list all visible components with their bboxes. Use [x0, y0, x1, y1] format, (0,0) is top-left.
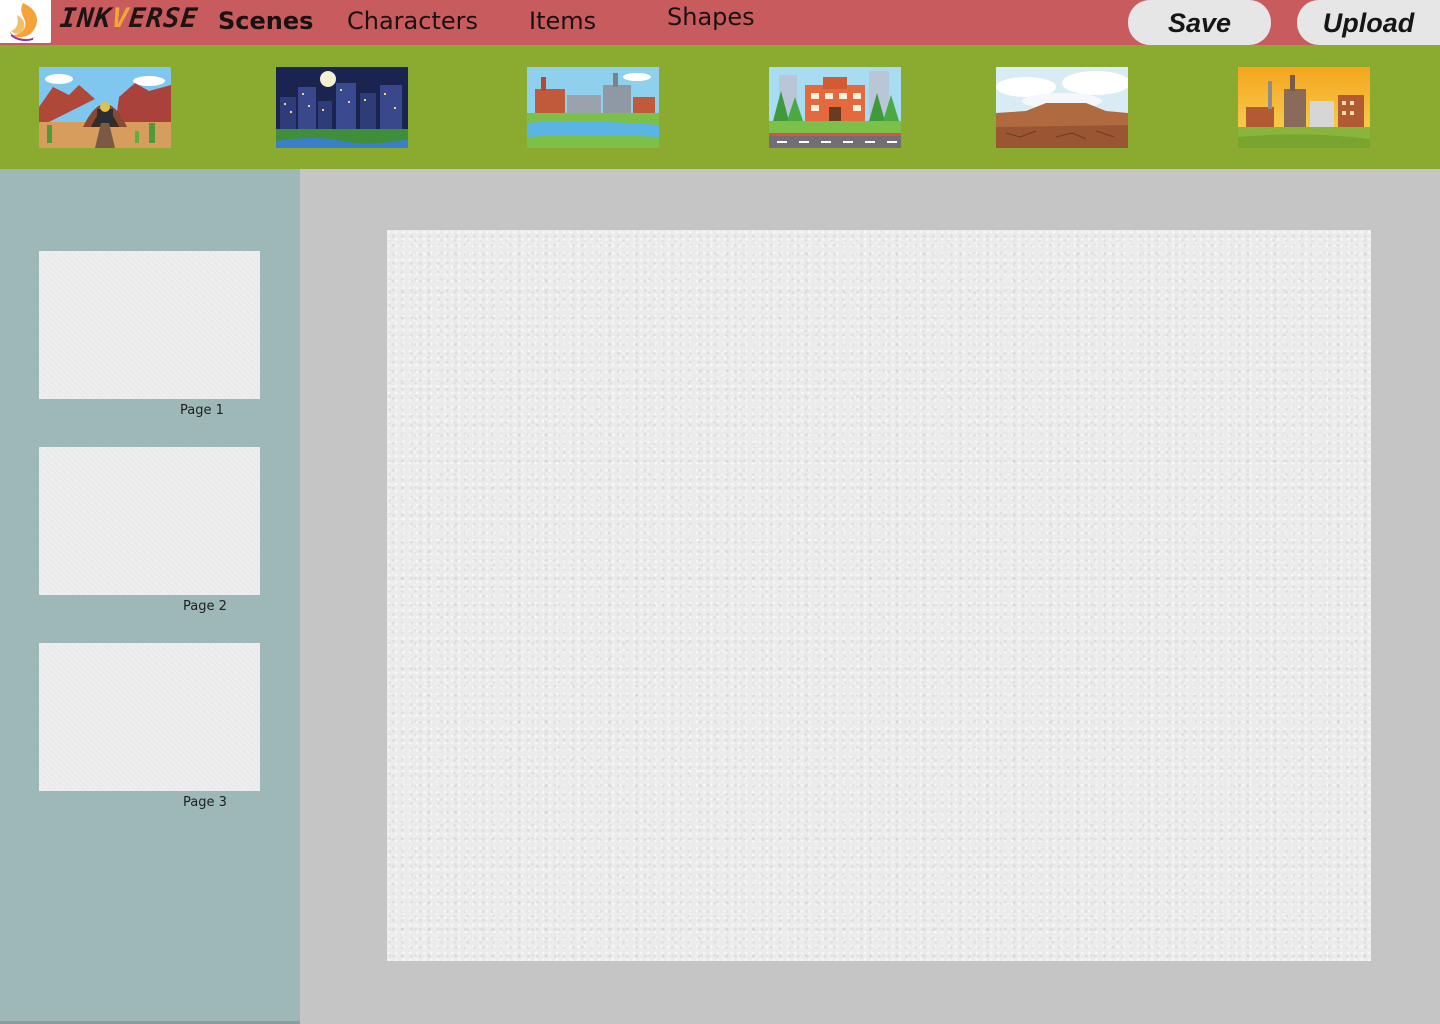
scene-thumb-night-city[interactable] [276, 67, 408, 148]
scene-thumb-factory-river[interactable] [527, 67, 659, 148]
tab-items[interactable]: Items [529, 7, 596, 35]
upload-button[interactable]: Upload [1297, 0, 1440, 45]
scene-thumb-school[interactable] [769, 67, 901, 148]
industrial-sunset-image [1238, 67, 1370, 148]
brand-wordmark: INKVERSE [58, 3, 200, 34]
flame-logo-icon [9, 3, 38, 41]
tab-scenes[interactable]: Scenes [218, 7, 313, 35]
factory-river-image [527, 67, 659, 148]
dry-land-image [996, 67, 1128, 148]
page-label-2: Page 2 [183, 599, 227, 614]
drawing-canvas[interactable] [387, 230, 1371, 961]
scene-thumb-dry-land[interactable] [996, 67, 1128, 148]
app-logo[interactable] [0, 0, 51, 43]
page-label-1: Page 1 [180, 403, 224, 418]
desert-train-image [39, 67, 171, 148]
page-thumbnail-3[interactable] [39, 643, 260, 791]
page-thumbnail-1[interactable] [39, 251, 260, 399]
school-image [769, 67, 901, 148]
tab-characters[interactable]: Characters [347, 7, 478, 35]
page-label-3: Page 3 [183, 795, 227, 810]
page-thumbnail-2[interactable] [39, 447, 260, 595]
scene-thumb-desert-train[interactable] [39, 67, 171, 148]
night-city-image [276, 67, 408, 148]
scene-picker-strip [0, 45, 1440, 169]
pages-panel: Page 1 Page 2 Page 3 [0, 169, 300, 1024]
top-bar: INKVERSE Scenes Characters Items Shapes … [0, 0, 1440, 45]
save-button[interactable]: Save [1128, 0, 1271, 45]
tab-shapes[interactable]: Shapes [667, 3, 755, 31]
scene-thumb-industrial-sunset[interactable] [1238, 67, 1371, 148]
